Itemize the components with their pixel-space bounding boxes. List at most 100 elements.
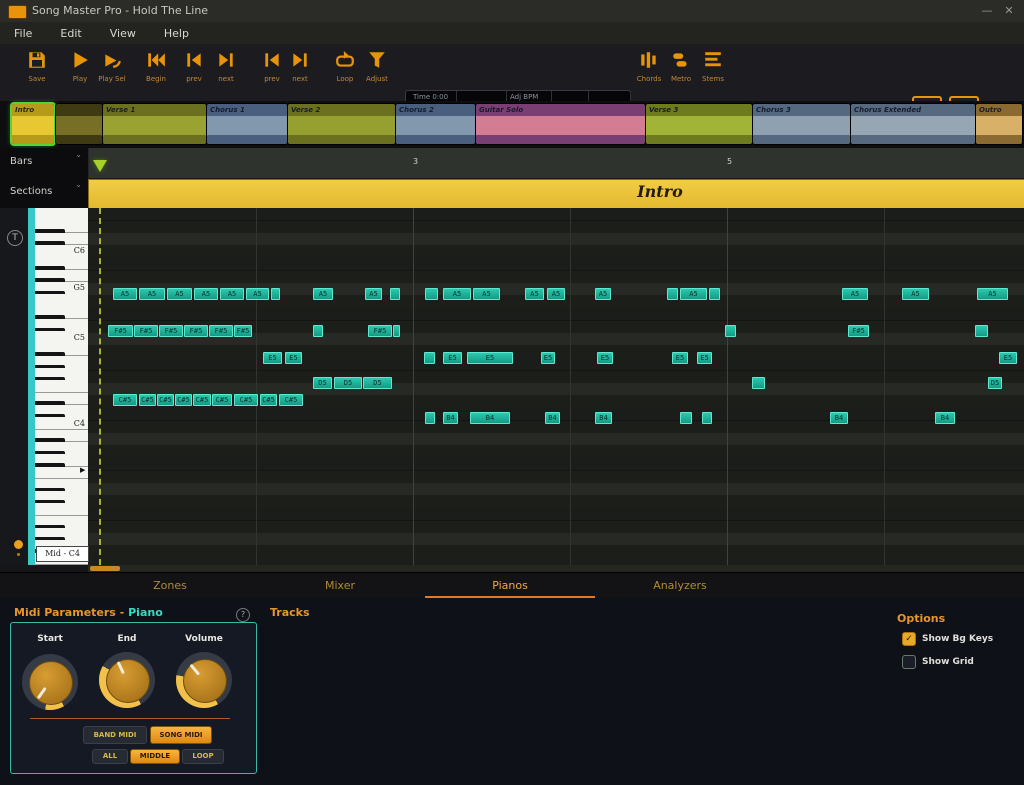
overview-segment-intro[interactable]: Intro	[12, 104, 54, 144]
midi-note-A5[interactable]: A5	[595, 288, 611, 300]
midi-note-C#5[interactable]: C#5	[113, 394, 137, 406]
tool-icon[interactable]: T	[7, 230, 23, 246]
overview-segment-verse-1[interactable]: Verse 1	[103, 104, 206, 144]
midi-note-D5[interactable]: D5	[363, 377, 392, 389]
midi-note-F#5[interactable]: F#5	[234, 325, 252, 337]
overview-segment-verse-3[interactable]: Verse 3	[646, 104, 752, 144]
midi-note-A5[interactable]: A5	[139, 288, 165, 300]
adjust-button[interactable]: Adjust	[354, 50, 400, 83]
midi-note-A5[interactable]: A5	[167, 288, 192, 300]
midi-note-B4[interactable]	[702, 412, 712, 424]
help-icon[interactable]: ?	[236, 608, 250, 622]
tab-zones[interactable]: Zones	[85, 573, 255, 599]
overview-segment-chorus-2[interactable]: Chorus 2	[396, 104, 475, 144]
midi-note-B4[interactable]	[680, 412, 692, 424]
next-bar-button[interactable]: next	[203, 50, 249, 83]
overview-segment-chorus-extended[interactable]: Chorus Extended	[851, 104, 975, 144]
menu-file[interactable]: File	[0, 24, 46, 40]
overview-segment-verse-2[interactable]: Verse 2	[288, 104, 395, 144]
overview-segment-guitar-solo[interactable]: Guitar Solo	[476, 104, 645, 144]
midi-note-D5[interactable]: D5	[334, 377, 362, 389]
midi-note-F#5[interactable]: F#5	[108, 325, 133, 337]
overview-segment-outro[interactable]: Outro	[976, 104, 1022, 144]
pin-icon[interactable]	[14, 540, 23, 549]
horizontal-scrollbar-thumb[interactable]	[90, 566, 120, 571]
white-key-F6[interactable]	[35, 208, 88, 221]
midi-note-E5[interactable]: E5	[263, 352, 282, 364]
midi-note-A5[interactable]: A5	[194, 288, 218, 300]
midi-note-B4[interactable]: B4	[470, 412, 510, 424]
midi-button-middle[interactable]: MIDDLE	[130, 749, 180, 764]
minimize-button[interactable]: —	[978, 3, 996, 18]
midi-note-A5[interactable]	[667, 288, 678, 300]
midi-note-E5[interactable]: E5	[443, 352, 462, 364]
midi-note-A5[interactable]	[271, 288, 280, 300]
midi-note-C#5[interactable]: C#5	[212, 394, 232, 406]
midi-note-E5[interactable]: E5	[285, 352, 302, 364]
knob-end[interactable]	[99, 652, 155, 708]
midi-note-E5[interactable]: E5	[541, 352, 555, 364]
checkbox-show-bg-keys[interactable]: ✓	[902, 632, 916, 646]
midi-note-E5[interactable]: E5	[999, 352, 1017, 364]
midi-button-all[interactable]: ALL	[92, 749, 128, 764]
checkbox-show-grid[interactable]	[902, 655, 916, 669]
piano-keyboard[interactable]: C6G5C5C4	[35, 208, 88, 565]
midi-note-B4[interactable]: B4	[830, 412, 848, 424]
midi-note-C#5[interactable]: C#5	[260, 394, 277, 406]
stems-button[interactable]: Stems	[690, 50, 736, 83]
midi-note-F#5[interactable]: F#5	[368, 325, 392, 337]
midi-note-E5[interactable]: E5	[672, 352, 688, 364]
midi-note-A5[interactable]: A5	[977, 288, 1008, 300]
midi-note-A5[interactable]	[390, 288, 400, 300]
midi-note-A5[interactable]	[709, 288, 720, 300]
midi-button-band-midi[interactable]: BAND MIDI	[83, 726, 147, 744]
midi-note-D5[interactable]	[752, 377, 765, 389]
midi-note-F#5[interactable]: F#5	[848, 325, 869, 337]
midi-note-F#5[interactable]	[975, 325, 988, 337]
midi-note-E5[interactable]: E5	[697, 352, 712, 364]
midi-note-B4[interactable]: B4	[935, 412, 955, 424]
midi-note-A5[interactable]: A5	[313, 288, 333, 300]
save-button[interactable]: Save	[14, 50, 60, 83]
midi-note-D5[interactable]: D5	[988, 377, 1002, 389]
bars-collapse-icon[interactable]: ⌄	[75, 150, 82, 159]
playhead-line[interactable]	[99, 208, 101, 565]
midi-note-C#5[interactable]: C#5	[139, 394, 156, 406]
midi-note-E5[interactable]: E5	[597, 352, 613, 364]
menu-help[interactable]: Help	[150, 24, 203, 40]
midi-note-A5[interactable]: A5	[525, 288, 544, 300]
play-sel-button[interactable]: Play Sel	[89, 50, 135, 83]
section-block-intro[interactable]: Intro	[88, 179, 1024, 209]
option-show-bg-keys[interactable]: ✓Show Bg Keys	[902, 634, 993, 644]
midi-note-A5[interactable]: A5	[902, 288, 929, 300]
white-key-F4[interactable]	[35, 380, 88, 393]
midi-note-B4[interactable]: B4	[595, 412, 612, 424]
midi-note-E5[interactable]	[424, 352, 435, 364]
midi-note-F#5[interactable]: F#5	[184, 325, 208, 337]
option-show-grid[interactable]: Show Grid	[902, 657, 974, 667]
playhead-marker-icon[interactable]	[93, 160, 107, 172]
midi-note-C#5[interactable]: C#5	[279, 394, 303, 406]
midi-note-B4[interactable]: B4	[545, 412, 560, 424]
midi-note-A5[interactable]: A5	[220, 288, 244, 300]
midi-note-D5[interactable]: D5	[313, 377, 332, 389]
midi-note-A5[interactable]: A5	[547, 288, 565, 300]
midi-note-A5[interactable]: A5	[246, 288, 269, 300]
midi-note-C#5[interactable]: C#5	[175, 394, 192, 406]
midi-note-F#5[interactable]: F#5	[159, 325, 183, 337]
midi-note-A5[interactable]: A5	[113, 288, 137, 300]
midi-note-A5[interactable]	[425, 288, 438, 300]
midi-note-F#5[interactable]	[393, 325, 400, 337]
midi-note-B4[interactable]: B4	[443, 412, 458, 424]
white-key-C3[interactable]	[35, 503, 88, 516]
midi-note-E5[interactable]: E5	[467, 352, 513, 364]
white-key-F5[interactable]	[35, 294, 88, 307]
overview-segment[interactable]	[56, 104, 102, 144]
bars-ruler[interactable]: Bars ⌄ 35	[0, 148, 1024, 179]
midi-note-C#5[interactable]: C#5	[193, 394, 211, 406]
knob-start[interactable]	[22, 654, 78, 710]
tab-pianos[interactable]: Pianos	[425, 573, 595, 599]
midi-note-F#5[interactable]	[313, 325, 323, 337]
midi-note-C#5[interactable]: C#5	[157, 394, 174, 406]
piano-roll-grid[interactable]: A5A5A5A5A5A5A5A5A5A5A5A5A5A5A5A5A5F#5F#5…	[88, 208, 1024, 565]
